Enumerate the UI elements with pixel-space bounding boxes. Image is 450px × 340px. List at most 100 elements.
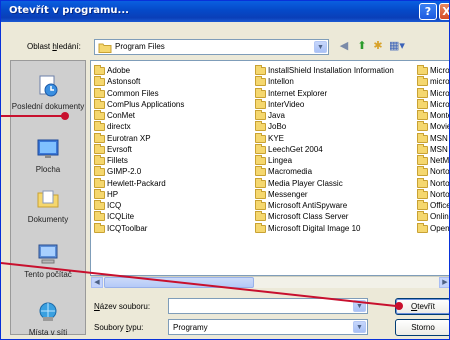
scrollbar-thumb[interactable] [104, 277, 254, 288]
folder-icon [417, 98, 428, 109]
place-label: Dokumenty [27, 215, 69, 224]
file-list[interactable]: Adobe Astonsoft Common Files ComPlus App… [90, 60, 450, 276]
filetype-select[interactable]: Programy ▼ [168, 319, 368, 335]
folder-name: Eurotran XP [107, 133, 151, 143]
folder-icon [255, 110, 266, 120]
folder-icon [94, 188, 105, 199]
place-label: Tento počítač [24, 270, 72, 279]
place-desktop[interactable]: Plocha [11, 136, 85, 174]
folder-item[interactable]: Norto [417, 188, 449, 200]
close-button[interactable]: X [439, 3, 449, 20]
folder-item[interactable]: InstallShield Installation Information [255, 65, 415, 76]
open-button[interactable]: Otevřít [395, 298, 449, 315]
chevron-down-icon[interactable]: ▼ [353, 300, 366, 312]
folder-item[interactable]: LeechGet 2004 [255, 143, 415, 155]
scroll-right-icon[interactable]: ▶ [439, 277, 449, 288]
folder-name: Adobe [107, 66, 131, 75]
place-network[interactable]: Místa v síti [11, 299, 85, 337]
folder-item[interactable]: Messenger [255, 188, 415, 200]
title-bar[interactable]: Otevřít v programu... [1, 1, 449, 22]
folder-item[interactable]: ICQLite [94, 211, 254, 222]
folder-item[interactable]: KYE [255, 132, 415, 144]
folder-item[interactable]: Intellon [255, 76, 415, 87]
folder-item[interactable]: Hewlett-Packard [94, 177, 254, 189]
folder-icon [94, 143, 105, 154]
folder-item[interactable]: ICQToolbar [94, 222, 254, 234]
folder-item[interactable]: Common Files [94, 87, 254, 99]
folder-item[interactable]: Micros [417, 87, 449, 99]
chevron-down-icon[interactable]: ▼ [314, 41, 327, 53]
folder-item[interactable]: JoBo [255, 121, 415, 132]
folder-icon [94, 110, 105, 120]
place-documents[interactable]: Dokumenty [11, 186, 85, 224]
folder-item[interactable]: Office [417, 200, 449, 211]
folder-name: Monte [430, 111, 449, 120]
folder-icon [417, 188, 428, 199]
folder-name: ICQToolbar [107, 223, 148, 233]
help-button[interactable]: ? [419, 3, 437, 20]
folder-name: Micros [430, 99, 450, 109]
folder-name: Norto [430, 167, 450, 177]
folder-item[interactable]: Micros [417, 65, 449, 76]
folder-item[interactable]: Norto [417, 166, 450, 177]
folder-item[interactable]: ConMet [94, 110, 254, 121]
folder-item[interactable]: InterVideo [255, 98, 415, 110]
scroll-left-icon[interactable]: ◀ [91, 277, 103, 288]
folder-item[interactable]: Macromedia [255, 166, 415, 177]
folder-item[interactable]: Online [417, 211, 449, 222]
folder-item[interactable]: HP [94, 188, 254, 200]
chevron-down-icon[interactable]: ▼ [353, 321, 366, 333]
folder-item[interactable]: Open [417, 222, 449, 234]
folder-item[interactable]: Monte [417, 110, 449, 121]
folder-item[interactable]: Fillets [94, 155, 254, 166]
folder-item[interactable]: Media Player Classic [255, 177, 415, 189]
folder-icon [417, 166, 428, 177]
view-menu-icon[interactable]: ▦▾ [386, 39, 408, 54]
folder-name: Astonsoft [107, 77, 141, 87]
place-recent-documents[interactable]: Poslední dokumenty [11, 73, 85, 111]
filename-input[interactable]: ▼ [168, 298, 368, 314]
folder-name: InstallShield Installation Information [268, 66, 394, 75]
folder-icon [417, 177, 428, 188]
folder-item[interactable]: Norto [417, 177, 449, 189]
horizontal-scrollbar[interactable]: ◀ ▶ [91, 276, 449, 288]
filetype-label-post: ypu: [128, 323, 144, 332]
back-icon[interactable]: ◀ [336, 39, 352, 54]
folder-item[interactable]: GIMP-2.0 [94, 166, 254, 177]
place-my-computer[interactable]: Tento počítač [11, 241, 85, 279]
folder-name: ConMet [107, 111, 136, 120]
network-places-icon [39, 302, 57, 321]
folder-item[interactable]: Eurotran XP [94, 132, 254, 144]
folder-icon [417, 87, 428, 98]
folder-item[interactable]: Microsoft AntiSpyware [255, 200, 415, 211]
folder-item[interactable]: directx [94, 121, 254, 132]
folder-item[interactable]: Microsoft Class Server [255, 211, 415, 222]
folder-name: Internet Explorer [268, 88, 328, 98]
folder-item[interactable]: micros [417, 76, 449, 87]
folder-item[interactable]: Micros [417, 98, 450, 110]
filename-label: Název souboru: [94, 302, 150, 311]
folder-item[interactable]: ICQ [94, 200, 254, 211]
look-in-combobox[interactable]: Program Files ▼ [94, 39, 329, 55]
folder-item[interactable]: Adobe [94, 65, 254, 76]
folder-item[interactable]: ComPlus Applications [94, 98, 254, 110]
folder-item[interactable]: Evrsoft [94, 143, 254, 155]
folder-item[interactable]: Internet Explorer [255, 87, 415, 99]
folder-item[interactable]: MSN [417, 132, 449, 144]
folder-icon [94, 177, 105, 188]
cancel-button[interactable]: Storno [395, 319, 449, 336]
folder-item[interactable]: Microsoft Digital Image 10 [255, 222, 415, 234]
file-column-2: InstallShield Installation Information I… [255, 65, 415, 234]
folder-item[interactable]: NetMe [417, 155, 449, 166]
folder-name: Macromedia [268, 167, 313, 177]
up-folder-icon[interactable]: ⬆ [354, 39, 370, 54]
folder-item[interactable]: Astonsoft [94, 76, 254, 87]
new-folder-icon[interactable]: ✱ [370, 39, 386, 54]
folder-item[interactable]: Java [255, 110, 415, 121]
folder-icon [255, 132, 266, 143]
folder-icon [417, 65, 428, 75]
folder-item[interactable]: MSN G [417, 143, 449, 155]
folder-item[interactable]: Lingea [255, 155, 415, 166]
folder-name: KYE [268, 133, 285, 143]
folder-item[interactable]: Movie [417, 121, 449, 132]
